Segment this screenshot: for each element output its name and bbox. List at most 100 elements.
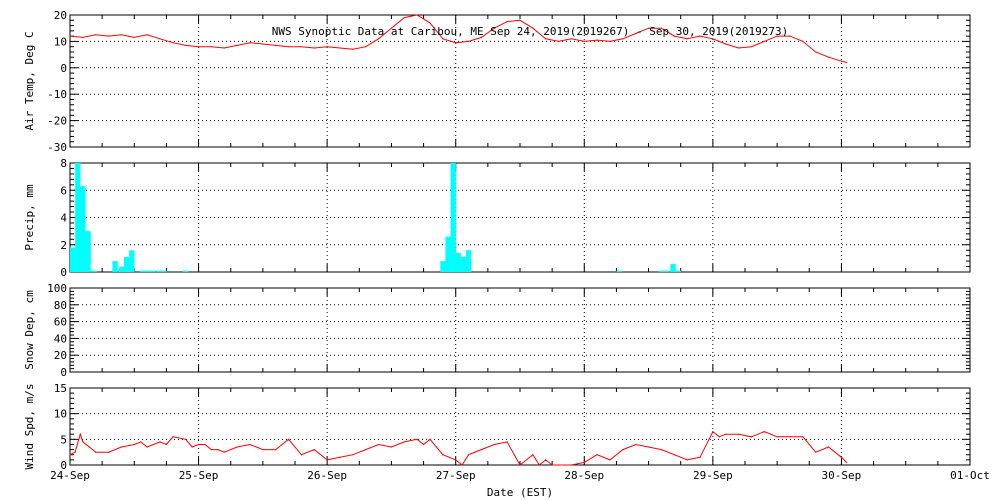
data-point [827, 56, 830, 58]
data-point [197, 46, 200, 48]
panel-2: 8 6 4 2 0 Precip, mm [23, 157, 971, 279]
y-tick-label: -30 [47, 141, 67, 154]
data-point [776, 436, 778, 438]
precip-bar [664, 270, 670, 272]
data-point [326, 46, 328, 48]
precip-bar [455, 252, 462, 272]
panel-4: 151050Wind Spd, m/s [23, 382, 971, 472]
precip-bar [118, 266, 125, 272]
data-point [840, 60, 843, 62]
data-point [802, 40, 804, 43]
data-point [429, 22, 431, 24]
data-point [300, 46, 303, 48]
data-point [326, 459, 328, 461]
data-point [107, 35, 110, 37]
data-point [146, 34, 148, 36]
y-tick-label: 6 [60, 184, 67, 197]
y-tick-label: -20 [47, 115, 67, 128]
precip-bar [450, 163, 456, 272]
x-tick-label: 01-Oct [950, 469, 990, 482]
data-point [275, 44, 277, 46]
data-point [69, 35, 71, 37]
data-point [519, 19, 521, 21]
x-tick-label: 29-Sep [693, 469, 733, 482]
data-point [442, 454, 444, 456]
data-point [223, 47, 225, 49]
data-point [461, 464, 463, 466]
data-point [287, 46, 290, 48]
data-point [82, 36, 84, 39]
data-point [467, 40, 470, 43]
data-point [660, 449, 663, 451]
precip-bar [670, 263, 676, 272]
precip-bar [70, 247, 76, 272]
data-point [262, 43, 264, 45]
data-point [750, 46, 753, 48]
data-point [287, 438, 290, 440]
y-tick-label: 2 [60, 239, 67, 252]
precip-bar [675, 270, 681, 272]
data-point [442, 38, 444, 40]
data-point [159, 441, 161, 443]
precip-bar [156, 270, 162, 272]
data-point [725, 433, 727, 435]
data-point [557, 40, 560, 43]
precip-bar [124, 257, 130, 272]
data-point [725, 43, 727, 45]
precip-bar [80, 186, 86, 272]
data-point [313, 449, 315, 451]
data-point [88, 446, 90, 448]
x-tick-label: 27-Sep [436, 469, 476, 482]
data-point [339, 47, 341, 49]
y-tick-label: 20 [54, 349, 67, 362]
precip-bar [445, 236, 451, 272]
precip-bar [440, 261, 446, 272]
data-point [275, 449, 277, 451]
x-tick-label: 26-Sep [307, 469, 347, 482]
data-point [737, 433, 740, 435]
data-point [339, 456, 341, 458]
data-point [583, 40, 585, 43]
data-point [435, 446, 438, 448]
data-point [570, 38, 573, 40]
data-point [82, 441, 84, 443]
data-point [95, 34, 97, 36]
data-point [557, 464, 560, 466]
data-point [827, 446, 830, 448]
data-point [204, 443, 206, 446]
x-tick-label: 30-Sep [822, 469, 862, 482]
y-tick-label: 0 [60, 62, 67, 75]
data-point [236, 44, 238, 46]
data-point [133, 443, 135, 446]
precip-bar [616, 270, 622, 272]
data-point [622, 449, 624, 451]
y-tick-label: 100 [47, 282, 67, 295]
data-point [802, 436, 804, 438]
y-tick-label: 60 [54, 316, 67, 329]
data-point [815, 451, 817, 453]
data-point [718, 436, 720, 438]
y-tick-label: 20 [54, 9, 67, 22]
data-point [712, 431, 714, 433]
precip-bar [460, 257, 467, 272]
data-point [249, 42, 251, 44]
data-point [480, 449, 483, 451]
data-point [236, 446, 238, 448]
precip-bar [149, 270, 156, 272]
data-point [506, 441, 508, 443]
data-point [165, 443, 168, 446]
data-point [845, 461, 848, 464]
y-tick-label: 10 [54, 35, 67, 48]
data-point [416, 14, 418, 16]
data-point [352, 454, 354, 456]
data-point [596, 454, 598, 456]
y-tick-label: 0 [60, 366, 67, 379]
data-point [455, 459, 457, 461]
data-point [519, 464, 521, 466]
y-tick-label: 0 [60, 266, 67, 279]
data-point [185, 44, 187, 46]
data-point [551, 464, 553, 466]
precip-bar [75, 163, 81, 272]
data-point [107, 451, 110, 453]
data-point [686, 459, 688, 461]
